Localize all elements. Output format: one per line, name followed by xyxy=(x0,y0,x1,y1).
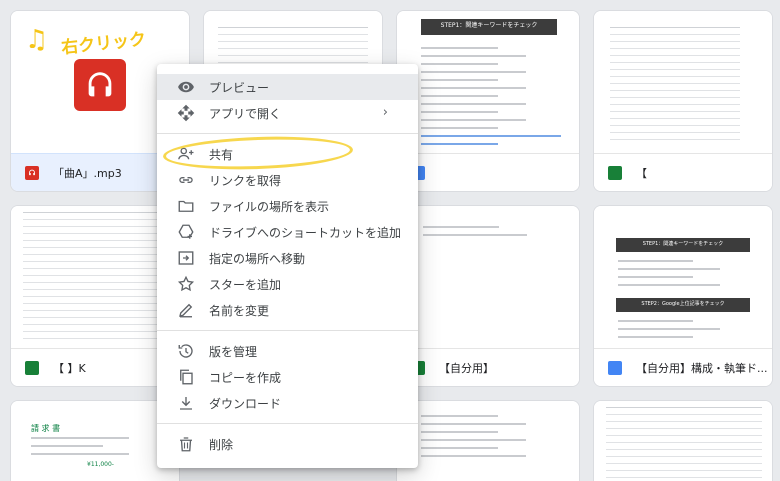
file-name: 【 】K xyxy=(53,361,86,375)
menu-item-label: コピーを作成 xyxy=(209,370,282,385)
menu-item-label: 削除 xyxy=(209,437,234,452)
file-card[interactable] xyxy=(593,400,773,481)
file-thumbnail xyxy=(594,11,772,153)
file-card[interactable]: STEP1：関連キーワードをチェック xyxy=(396,10,580,192)
download-icon xyxy=(177,394,195,412)
file-thumbnail xyxy=(397,401,579,481)
move-icon xyxy=(177,249,195,267)
file-card-footer xyxy=(397,153,579,191)
file-thumbnail: STEP1：関連キーワードをチェック xyxy=(397,11,579,153)
file-name: 【自分用】 xyxy=(439,361,494,375)
sheets-file-icon xyxy=(608,165,622,180)
file-card-footer: 【自分用】構成・執筆ド... xyxy=(594,348,772,386)
context-menu: プレビュー アプリで開く › 共有 リンクを取得 ファイルの場所を表示 ドライブ… xyxy=(157,64,418,468)
menu-item-label: 指定の場所へ移動 xyxy=(209,251,306,266)
file-name: 【自分用】構成・執筆ド... xyxy=(636,361,768,375)
file-card-footer: 【 】K xyxy=(11,348,179,386)
folder-icon xyxy=(177,197,195,215)
file-thumbnail xyxy=(594,401,772,481)
menu-item-label: 名前を変更 xyxy=(209,303,270,318)
menu-divider xyxy=(157,330,418,331)
menu-item-share[interactable]: 共有 xyxy=(157,141,418,167)
file-card[interactable]: 【自分用】 xyxy=(396,205,580,387)
pencil-icon xyxy=(177,301,195,319)
menu-item-label: アプリで開く xyxy=(209,106,282,121)
link-icon xyxy=(177,171,195,189)
menu-item-download[interactable]: ダウンロード xyxy=(157,390,418,416)
menu-divider xyxy=(157,133,418,134)
menu-item-manage-versions[interactable]: 版を管理 xyxy=(157,338,418,364)
headphones-app-icon xyxy=(74,59,126,111)
thumb-heading: STEP1：関連キーワードをチェック xyxy=(642,241,724,247)
menu-item-label: ドライブへのショートカットを追加 xyxy=(209,225,402,240)
file-name: 【 xyxy=(636,166,647,180)
annotation-music-icon: ♫ xyxy=(25,25,49,55)
thumb-amount: ¥11,000- xyxy=(87,461,114,468)
star-icon xyxy=(177,275,195,293)
file-card-footer: 【自分用】 xyxy=(397,348,579,386)
thumb-heading: STEP1：関連キーワードをチェック xyxy=(440,22,538,29)
menu-item-label: 共有 xyxy=(209,147,234,162)
file-card[interactable] xyxy=(396,400,580,481)
docs-file-icon xyxy=(608,360,622,375)
file-thumbnail xyxy=(397,206,579,348)
menu-item-make-copy[interactable]: コピーを作成 xyxy=(157,364,418,390)
menu-divider xyxy=(157,423,418,424)
menu-item-get-link[interactable]: リンクを取得 xyxy=(157,167,418,193)
shortcut-icon xyxy=(177,223,195,241)
menu-item-add-star[interactable]: スターを追加 xyxy=(157,271,418,297)
menu-item-label: ファイルの場所を表示 xyxy=(209,199,330,214)
history-icon xyxy=(177,342,195,360)
sheets-file-icon xyxy=(25,360,39,375)
audio-file-icon xyxy=(25,165,39,180)
trash-icon xyxy=(177,435,195,453)
thumb-heading: STEP2：Google上位記事をチェック xyxy=(641,301,725,307)
menu-item-move[interactable]: 指定の場所へ移動 xyxy=(157,245,418,271)
menu-item-rename[interactable]: 名前を変更 xyxy=(157,297,418,323)
file-thumbnail xyxy=(11,206,179,348)
menu-item-delete[interactable]: 削除 xyxy=(157,431,418,457)
menu-item-label: リンクを取得 xyxy=(209,173,282,188)
annotation-right-click: 右クリック xyxy=(60,29,148,59)
file-card[interactable]: 【 】K xyxy=(10,205,180,387)
menu-item-show-location[interactable]: ファイルの場所を表示 xyxy=(157,193,418,219)
open-with-icon xyxy=(177,104,195,122)
eye-icon xyxy=(177,78,195,96)
menu-item-open-with[interactable]: アプリで開く › xyxy=(157,100,418,126)
menu-item-preview[interactable]: プレビュー xyxy=(157,74,418,100)
copy-icon xyxy=(177,368,195,386)
file-card[interactable]: STEP1：関連キーワードをチェック STEP2：Google上位記事をチェック… xyxy=(593,205,773,387)
chevron-right-icon: › xyxy=(382,105,388,120)
thumb-heading: 請 求 書 xyxy=(31,424,61,433)
file-card[interactable]: 請 求 書 ¥11,000- xyxy=(10,400,180,481)
person-add-icon xyxy=(177,145,195,163)
file-thumbnail: STEP1：関連キーワードをチェック STEP2：Google上位記事をチェック xyxy=(594,206,772,348)
menu-item-add-shortcut[interactable]: ドライブへのショートカットを追加 xyxy=(157,219,418,245)
menu-item-label: プレビュー xyxy=(209,80,270,95)
file-card[interactable]: 【 xyxy=(593,10,773,192)
file-card-footer: 【 xyxy=(594,153,772,191)
file-thumbnail: 請 求 書 ¥11,000- xyxy=(11,401,179,481)
menu-item-label: 版を管理 xyxy=(209,344,258,359)
menu-item-label: スターを追加 xyxy=(209,277,282,292)
file-name: 「曲A」.mp3 xyxy=(53,166,122,180)
menu-item-label: ダウンロード xyxy=(209,396,282,411)
